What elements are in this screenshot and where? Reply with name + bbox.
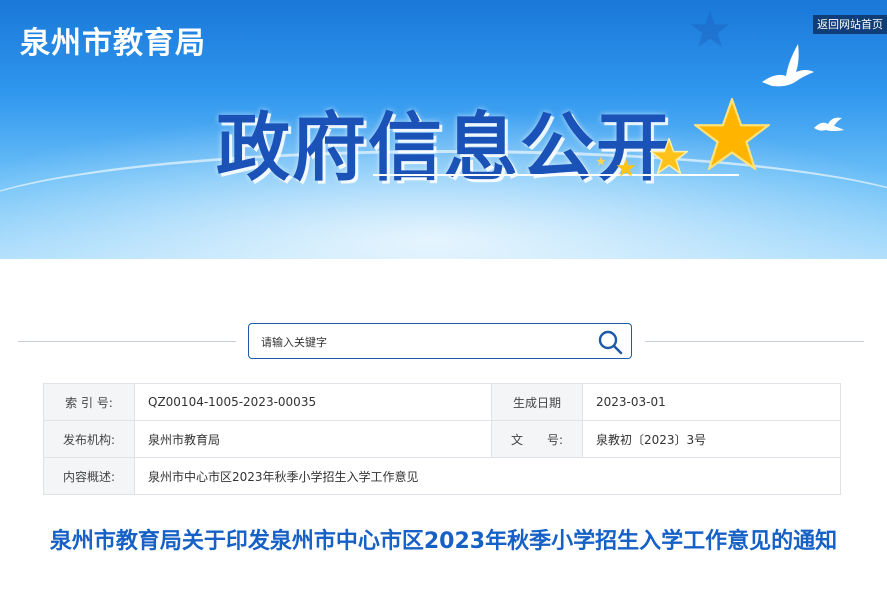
search-icon: [598, 330, 623, 355]
faint-star-icon: [690, 10, 730, 48]
generated-date-label: 生成日期: [491, 383, 583, 421]
banner-underline: [373, 174, 739, 176]
info-metadata-table: 索 引 号: QZ00104-1005-2023-00035 生成日期 2023…: [43, 383, 841, 495]
medium-star-icon: [650, 138, 688, 174]
site-name: 泉州市教育局: [20, 26, 206, 61]
tiny-star-icon: [596, 156, 606, 166]
document-number-value: 泉教初〔2023〕3号: [582, 420, 841, 458]
header-banner: 泉州市教育局 返回网站首页 政府信息公开: [0, 0, 887, 259]
article-title: 泉州市教育局关于印发泉州市中心市区2023年秋季小学招生入学工作意见的通知: [49, 529, 838, 554]
table-row: 索 引 号: QZ00104-1005-2023-00035 生成日期 2023…: [43, 383, 841, 421]
home-link[interactable]: 返回网站首页: [813, 15, 887, 34]
small-star-icon: [616, 158, 636, 177]
index-number-label: 索 引 号:: [43, 383, 135, 421]
search-divider-right: [645, 341, 864, 342]
table-row: 发布机构: 泉州市教育局 文 号: 泉教初〔2023〕3号: [43, 420, 841, 458]
search-button[interactable]: [597, 329, 623, 355]
summary-label: 内容概述:: [43, 457, 135, 495]
search-input[interactable]: [259, 330, 583, 354]
dove-icon: [762, 44, 814, 87]
large-star-icon: [694, 98, 770, 170]
small-dove-icon: [814, 117, 844, 131]
document-number-label: 文 号:: [491, 420, 583, 458]
publisher-label: 发布机构:: [43, 420, 135, 458]
table-row: 内容概述: 泉州市中心市区2023年秋季小学招生入学工作意见: [43, 457, 841, 495]
banner-title: 政府信息公开: [216, 105, 672, 191]
search-box: [248, 323, 632, 359]
search-divider-left: [18, 341, 236, 342]
summary-value: 泉州市中心市区2023年秋季小学招生入学工作意见: [134, 457, 841, 495]
publisher-value: 泉州市教育局: [134, 420, 492, 458]
generated-date-value: 2023-03-01: [582, 383, 841, 421]
index-number-value: QZ00104-1005-2023-00035: [134, 383, 492, 421]
